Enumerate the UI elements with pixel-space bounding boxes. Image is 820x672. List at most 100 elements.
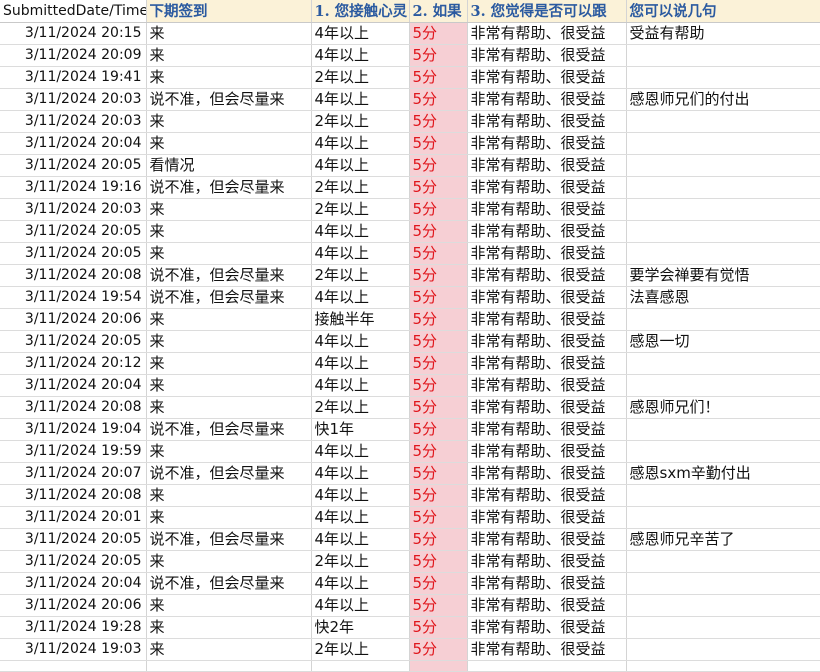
cell-next-signin[interactable]: 来 [146,616,312,639]
cell-q3[interactable]: 非常有帮助、很受益 [467,330,627,353]
cell-submitted-date[interactable]: 3/11/2024 20:06 [0,308,147,331]
cell-q3[interactable]: 非常有帮助、很受益 [467,154,627,177]
cell-q3[interactable]: 非常有帮助、很受益 [467,418,627,441]
cell-comment[interactable] [626,374,820,397]
cell-q1[interactable]: 4年以上 [311,462,410,485]
cell-q1[interactable]: 2年以上 [311,264,410,287]
cell-q3[interactable]: 非常有帮助、很受益 [467,308,627,331]
cell-submitted-date[interactable]: 3/11/2024 20:04 [0,132,147,155]
cell-next-signin[interactable]: 来 [146,242,312,265]
cell-q2-score[interactable]: 5分 [409,550,468,573]
cell-q2-score[interactable]: 5分 [409,484,468,507]
cell-q1[interactable]: 4年以上 [311,352,410,375]
cell-comment[interactable] [626,110,820,133]
cell-next-signin[interactable]: 说不准，但会尽量来 [146,572,312,595]
cell-q3[interactable]: 非常有帮助、很受益 [467,484,627,507]
cell-q1[interactable]: 2年以上 [311,638,410,661]
cell-next-signin[interactable]: 说不准，但会尽量来 [146,286,312,309]
cell-q1[interactable]: 2年以上 [311,198,410,221]
cell-q1[interactable]: 4年以上 [311,220,410,243]
cell-q3[interactable] [467,660,627,672]
cell-q2-score[interactable]: 5分 [409,506,468,529]
header-comments[interactable]: 您可以说几句 [626,0,820,23]
cell-comment[interactable] [626,594,820,617]
cell-comment[interactable] [626,638,820,661]
cell-q2-score[interactable]: 5分 [409,528,468,551]
cell-q3[interactable]: 非常有帮助、很受益 [467,374,627,397]
cell-q1[interactable]: 2年以上 [311,176,410,199]
cell-comment[interactable] [626,616,820,639]
cell-next-signin[interactable]: 来 [146,396,312,419]
cell-q2-score[interactable]: 5分 [409,22,468,45]
cell-q2-score[interactable]: 5分 [409,462,468,485]
cell-q1[interactable]: 4年以上 [311,484,410,507]
header-q1[interactable]: 1. 您接触心灵 [311,0,410,23]
cell-q3[interactable]: 非常有帮助、很受益 [467,66,627,89]
header-q3[interactable]: 3. 您觉得是否可以跟 [467,0,627,23]
cell-next-signin[interactable]: 说不准，但会尽量来 [146,462,312,485]
cell-q2-score[interactable]: 5分 [409,374,468,397]
cell-submitted-date[interactable]: 3/11/2024 20:05 [0,154,147,177]
cell-submitted-date[interactable]: 3/11/2024 20:03 [0,88,147,111]
cell-comment[interactable]: 感恩师兄们的付出 [626,88,820,111]
cell-next-signin[interactable]: 来 [146,506,312,529]
cell-q3[interactable]: 非常有帮助、很受益 [467,440,627,463]
cell-q2-score[interactable]: 5分 [409,242,468,265]
cell-q1[interactable]: 接触半年 [311,308,410,331]
cell-q2-score[interactable]: 5分 [409,220,468,243]
cell-q1[interactable]: 4年以上 [311,528,410,551]
cell-q1[interactable]: 2年以上 [311,550,410,573]
cell-q3[interactable]: 非常有帮助、很受益 [467,594,627,617]
cell-submitted-date[interactable]: 3/11/2024 20:08 [0,396,147,419]
cell-comment[interactable] [626,198,820,221]
cell-next-signin[interactable]: 说不准，但会尽量来 [146,528,312,551]
cell-comment[interactable] [626,44,820,67]
header-submitted-date[interactable]: SubmittedDate/Time [0,0,147,23]
cell-q3[interactable]: 非常有帮助、很受益 [467,22,627,45]
cell-comment[interactable] [626,550,820,573]
cell-submitted-date[interactable]: 3/11/2024 19:04 [0,418,147,441]
cell-submitted-date[interactable]: 3/11/2024 19:03 [0,638,147,661]
cell-q3[interactable]: 非常有帮助、很受益 [467,176,627,199]
cell-submitted-date[interactable]: 3/11/2024 19:28 [0,616,147,639]
cell-comment[interactable]: 感恩一切 [626,330,820,353]
cell-submitted-date[interactable]: 3/11/2024 20:01 [0,506,147,529]
cell-q3[interactable]: 非常有帮助、很受益 [467,44,627,67]
cell-submitted-date[interactable]: 3/11/2024 20:15 [0,22,147,45]
cell-comment[interactable]: 感恩师兄辛苦了 [626,528,820,551]
cell-comment[interactable] [626,660,820,672]
cell-q3[interactable]: 非常有帮助、很受益 [467,616,627,639]
cell-submitted-date[interactable]: 3/11/2024 20:03 [0,198,147,221]
cell-q1[interactable]: 4年以上 [311,242,410,265]
cell-submitted-date[interactable]: 3/11/2024 20:08 [0,484,147,507]
cell-comment[interactable] [626,572,820,595]
cell-q2-score[interactable]: 5分 [409,132,468,155]
cell-q3[interactable]: 非常有帮助、很受益 [467,572,627,595]
cell-q2-score[interactable]: 5分 [409,154,468,177]
cell-comment[interactable] [626,352,820,375]
cell-q1[interactable]: 4年以上 [311,594,410,617]
cell-next-signin[interactable]: 来 [146,374,312,397]
cell-submitted-date[interactable]: 3/11/2024 20:07 [0,462,147,485]
cell-q1[interactable]: 4年以上 [311,330,410,353]
cell-comment[interactable] [626,506,820,529]
cell-comment[interactable] [626,440,820,463]
cell-comment[interactable] [626,484,820,507]
cell-q2-score[interactable]: 5分 [409,594,468,617]
cell-next-signin[interactable]: 来 [146,484,312,507]
cell-q2-score[interactable]: 5分 [409,286,468,309]
cell-q3[interactable]: 非常有帮助、很受益 [467,286,627,309]
cell-next-signin[interactable]: 说不准，但会尽量来 [146,264,312,287]
cell-q2-score[interactable]: 5分 [409,616,468,639]
cell-next-signin[interactable]: 来 [146,550,312,573]
cell-next-signin[interactable]: 说不准，但会尽量来 [146,88,312,111]
cell-submitted-date[interactable]: 3/11/2024 20:04 [0,374,147,397]
cell-next-signin[interactable]: 说不准，但会尽量来 [146,176,312,199]
cell-q1[interactable]: 快2年 [311,616,410,639]
cell-q1[interactable]: 4年以上 [311,286,410,309]
cell-submitted-date[interactable]: 3/11/2024 20:05 [0,220,147,243]
cell-comment[interactable]: 法喜感恩 [626,286,820,309]
cell-submitted-date[interactable]: 3/11/2024 20:08 [0,264,147,287]
cell-next-signin[interactable]: 来 [146,352,312,375]
cell-q2-score[interactable]: 5分 [409,638,468,661]
